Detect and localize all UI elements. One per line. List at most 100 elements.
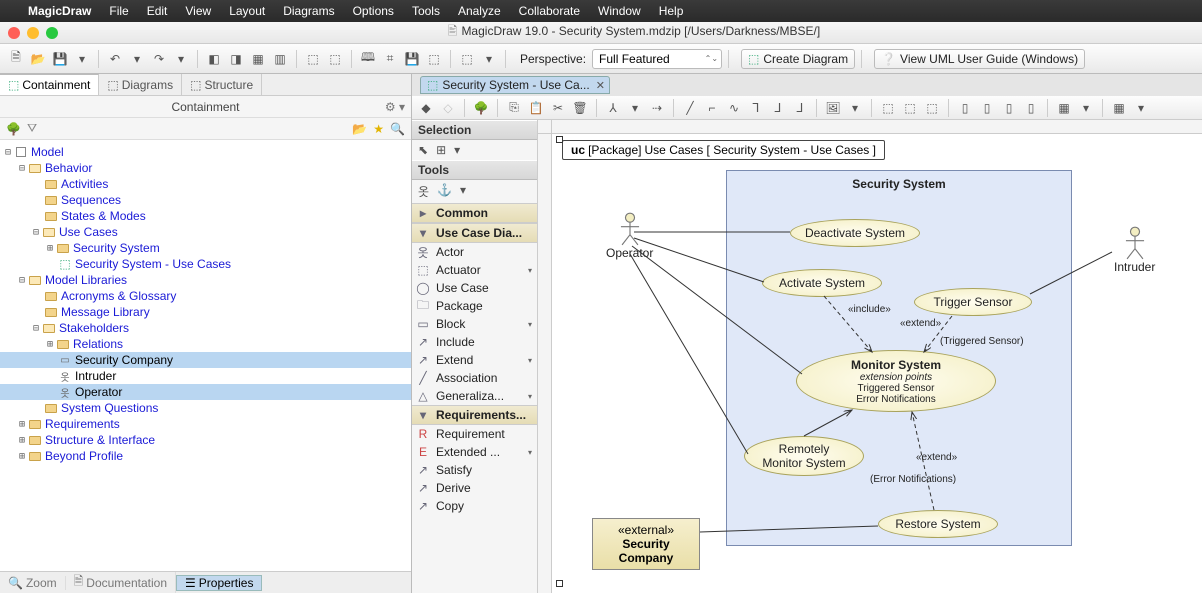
menu-edit[interactable]: Edit xyxy=(147,4,168,18)
tool-a-icon[interactable]: ◧ xyxy=(204,49,224,69)
tool-c-icon[interactable]: ▦ xyxy=(248,49,268,69)
tab-properties[interactable]: ☰ Properties xyxy=(176,575,262,591)
tree-securitysystem[interactable]: Security System xyxy=(73,241,160,255)
tree-operator[interactable]: Operator xyxy=(75,385,122,399)
menu-options[interactable]: Options xyxy=(353,4,394,18)
expand-toggle[interactable]: ⊞ xyxy=(44,339,56,350)
close-window-button[interactable] xyxy=(8,27,20,39)
usecase-restore[interactable]: Restore System xyxy=(878,510,998,538)
tool-k-icon[interactable]: ⬚ xyxy=(457,49,477,69)
containment-tree[interactable]: ⊟Model ⊟Behavior Activities Sequences St… xyxy=(0,140,411,571)
tree-stakeholders[interactable]: Stakeholders xyxy=(59,321,129,335)
tree-activities[interactable]: Activities xyxy=(61,177,108,191)
actor-intruder[interactable]: Intruder xyxy=(1114,226,1155,274)
canvas-link-icon[interactable]: ⇢ xyxy=(647,98,667,118)
canvas-paste-icon[interactable]: 📋 xyxy=(526,98,546,118)
canvas-grp3-icon[interactable]: ⬚ xyxy=(922,98,942,118)
selection-handle[interactable] xyxy=(556,580,563,587)
grid-tool-icon[interactable]: ⊞ xyxy=(436,143,446,157)
tree-ssuc[interactable]: Security System - Use Cases xyxy=(75,257,231,271)
canvas-line1-icon[interactable]: ╱ xyxy=(680,98,700,118)
expand-toggle[interactable]: ⊟ xyxy=(30,323,42,334)
tool-g-icon[interactable]: 🕮 xyxy=(358,49,378,69)
expand-toggle[interactable]: ⊞ xyxy=(16,435,28,446)
tree-seccompany[interactable]: Security Company xyxy=(75,353,173,367)
palette-extended[interactable]: EExtended ...▾ xyxy=(412,443,537,461)
minibar-search-icon[interactable]: 🔍 xyxy=(390,122,405,136)
save-dropdown-icon[interactable]: ▾ xyxy=(72,49,92,69)
expand-toggle[interactable]: ⊞ xyxy=(16,451,28,462)
redo-icon[interactable]: ↷ xyxy=(149,49,169,69)
palette-association[interactable]: ╱Association xyxy=(412,369,537,387)
actor-tool-icon[interactable]: 옷 xyxy=(418,183,429,200)
close-tab-icon[interactable]: ✕ xyxy=(596,79,605,92)
canvas-grp1-icon[interactable]: ⬚ xyxy=(878,98,898,118)
save-icon[interactable]: 💾 xyxy=(50,49,70,69)
canvas-view2-icon[interactable]: ▦ xyxy=(1109,98,1129,118)
usecase-trigger[interactable]: Trigger Sensor xyxy=(914,288,1032,316)
palette-usecase[interactable]: ◯Use Case xyxy=(412,279,537,297)
palette-requirement[interactable]: RRequirement xyxy=(412,425,537,443)
tree-usecases[interactable]: Use Cases xyxy=(59,225,118,239)
palette-tools-header[interactable]: Tools xyxy=(412,160,537,180)
expand-toggle[interactable]: ⊟ xyxy=(2,147,14,158)
canvas-align1-icon[interactable]: ▯ xyxy=(955,98,975,118)
palette-package[interactable]: 🗀Package xyxy=(412,297,537,315)
palette-include[interactable]: ↗Include xyxy=(412,333,537,351)
expand-toggle[interactable]: ⊟ xyxy=(16,275,28,286)
canvas-pic-icon[interactable]: 🖼 xyxy=(823,98,843,118)
expand-toggle[interactable]: ⊞ xyxy=(16,419,28,430)
tool-e-icon[interactable]: ⬚ xyxy=(303,49,323,69)
usecase-monitor[interactable]: Monitor System extension points Triggere… xyxy=(796,350,996,412)
canvas-line3-icon[interactable]: ∿ xyxy=(724,98,744,118)
tree-structint[interactable]: Structure & Interface xyxy=(45,433,155,447)
menu-analyze[interactable]: Analyze xyxy=(458,4,501,18)
selection-handle[interactable] xyxy=(556,136,563,143)
tree-behavior[interactable]: Behavior xyxy=(45,161,92,175)
usecase-remote[interactable]: RemotelyMonitor System xyxy=(744,436,864,476)
menu-tools[interactable]: Tools xyxy=(412,4,440,18)
tree-acronyms[interactable]: Acronyms & Glossary xyxy=(61,289,176,303)
new-icon[interactable]: 🗎 xyxy=(6,49,26,69)
canvas-copy-icon[interactable]: ⎘ xyxy=(504,98,524,118)
menu-layout[interactable]: Layout xyxy=(229,4,265,18)
canvas-pic-dd[interactable]: ▾ xyxy=(845,98,865,118)
palette-derive[interactable]: ↗Derive xyxy=(412,479,537,497)
tab-containment[interactable]: ⬚Containment xyxy=(0,74,99,95)
external-security-company[interactable]: «external» Security Company xyxy=(592,518,700,570)
palette-satisfy[interactable]: ↗Satisfy xyxy=(412,461,537,479)
tree-relations[interactable]: Relations xyxy=(73,337,123,351)
menu-window[interactable]: Window xyxy=(598,4,641,18)
panel-gear-icon[interactable]: ⚙ ▾ xyxy=(385,100,405,114)
tool-j-icon[interactable]: ⬚ xyxy=(424,49,444,69)
palette-ucd-header[interactable]: ▾Use Case Dia... xyxy=(412,223,537,243)
diagram-canvas[interactable]: uc [Package] Use Cases [ Security System… xyxy=(538,120,1202,593)
tree-sysq[interactable]: System Questions xyxy=(61,401,158,415)
canvas-tree-icon[interactable]: 🌳 xyxy=(471,98,491,118)
canvas-line2-icon[interactable]: ⌐ xyxy=(702,98,722,118)
usecase-activate[interactable]: Activate System xyxy=(762,269,882,297)
canvas-grp2-icon[interactable]: ⬚ xyxy=(900,98,920,118)
minibar-tree-icon[interactable]: 🌳 xyxy=(6,122,21,136)
palette-actor[interactable]: 옷Actor xyxy=(412,243,537,261)
zoom-window-button[interactable] xyxy=(46,27,58,39)
tab-structure[interactable]: ⬚Structure xyxy=(182,74,262,95)
tool-b-icon[interactable]: ◨ xyxy=(226,49,246,69)
expand-toggle[interactable]: ⊞ xyxy=(44,243,56,254)
tab-documentation[interactable]: 🗎 Documentation xyxy=(66,572,176,593)
palette-common-header[interactable]: ▸Common xyxy=(412,203,537,223)
canvas-align2-icon[interactable]: ▯ xyxy=(977,98,997,118)
menu-diagrams[interactable]: Diagrams xyxy=(283,4,334,18)
tool-i-icon[interactable]: 💾 xyxy=(402,49,422,69)
canvas-line6-icon[interactable]: ⅃ xyxy=(790,98,810,118)
pin-tool-icon[interactable]: ▾ xyxy=(460,183,466,200)
view-guide-button[interactable]: ❔View UML User Guide (Windows) xyxy=(874,49,1085,69)
tab-diagrams[interactable]: ⬚Diagrams xyxy=(99,74,182,95)
canvas-view2-dd[interactable]: ▾ xyxy=(1131,98,1151,118)
tree-model[interactable]: Model xyxy=(31,145,64,159)
nav-back-icon[interactable]: ◆ xyxy=(416,98,436,118)
tree-intruder[interactable]: Intruder xyxy=(75,369,116,383)
palette-selection-header[interactable]: Selection xyxy=(412,120,537,140)
palette-actuator[interactable]: ⬚Actuator▾ xyxy=(412,261,537,279)
menu-file[interactable]: File xyxy=(109,4,128,18)
